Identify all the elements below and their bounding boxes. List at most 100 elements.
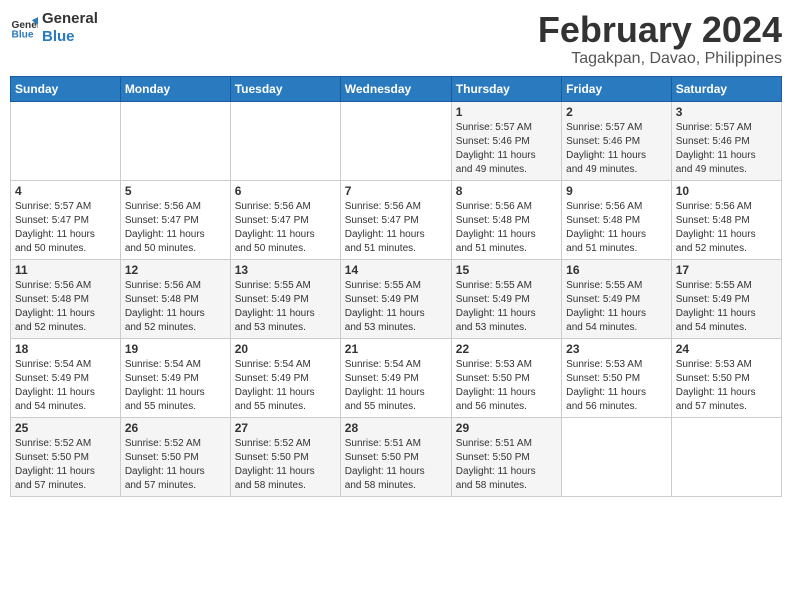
day-info: Sunrise: 5:54 AM Sunset: 5:49 PM Dayligh… [345, 358, 447, 414]
day-info: Sunrise: 5:56 AM Sunset: 5:48 PM Dayligh… [566, 200, 667, 256]
day-info: Sunrise: 5:57 AM Sunset: 5:47 PM Dayligh… [15, 200, 116, 256]
day-info: Sunrise: 5:56 AM Sunset: 5:48 PM Dayligh… [676, 200, 777, 256]
calendar-cell: 7Sunrise: 5:56 AM Sunset: 5:47 PM Daylig… [340, 180, 451, 259]
calendar-cell: 29 Sunrise: 5:51 AM Sunset: 5:50 PM Dayli… [451, 417, 561, 496]
calendar-week-row: 25 Sunrise: 5:52 AM Sunset: 5:50 PM Dayli… [11, 417, 782, 496]
calendar-cell: 8 Sunrise: 5:56 AM Sunset: 5:48 PM Daylig… [451, 180, 561, 259]
calendar-cell: 5 Sunrise: 5:56 AM Sunset: 5:47 PM Daylig… [120, 180, 230, 259]
day-number: 13 [235, 263, 336, 277]
calendar-cell: 25Sunrise: 5:52 AM Sunset: 5:50 PM Dayli… [11, 417, 121, 496]
calendar-cell: 12 Sunrise: 5:56 AM Sunset: 5:48 PM Dayli… [120, 259, 230, 338]
day-info: Sunrise: 5:56 AM Sunset: 5:47 PM Dayligh… [125, 200, 226, 256]
day-number: 4 [15, 184, 116, 198]
day-number: 15 [456, 263, 557, 277]
day-info: Sunrise: 5:55 AM Sunset: 5:49 PM Dayligh… [456, 279, 557, 335]
day-number: 6 [235, 184, 336, 198]
calendar-cell: 14 Sunrise: 5:55 AM Sunset: 5:49 PM Dayli… [340, 259, 451, 338]
day-number: 14 [345, 263, 447, 277]
calendar-cell: 17 Sunrise: 5:55 AM Sunset: 5:49 PM Dayli… [671, 259, 781, 338]
day-info: Sunrise: 5:55 AM Sunset: 5:49 PM Dayligh… [235, 279, 336, 335]
day-info: Sunrise: 5:56 AM Sunset: 5:48 PM Dayligh… [15, 279, 116, 335]
calendar-cell: 26 Sunrise: 5:52 AM Sunset: 5:50 PM Dayli… [120, 417, 230, 496]
day-number: 1 [456, 105, 557, 119]
day-info: Sunrise: 5:51 AM Sunset: 5:50 PM Dayligh… [456, 437, 557, 493]
calendar-week-row: 18 Sunrise: 5:54 AM Sunset: 5:49 PM Dayli… [11, 338, 782, 417]
day-number: 29 [456, 421, 557, 435]
day-number: 12 [125, 263, 226, 277]
page-header: General Blue General Blue February 2024 … [10, 10, 782, 68]
day-number: 3 [676, 105, 777, 119]
calendar-cell: 19 Sunrise: 5:54 AM Sunset: 5:49 PM Dayli… [120, 338, 230, 417]
day-number: 23 [566, 342, 667, 356]
calendar-cell: 13 Sunrise: 5:55 AM Sunset: 5:49 PM Dayli… [230, 259, 340, 338]
day-info: Sunrise: 5:56 AM Sunset: 5:47 PM Dayligh… [235, 200, 336, 256]
day-info: Sunrise: 5:55 AM Sunset: 5:49 PM Dayligh… [345, 279, 447, 335]
day-info: Sunrise: 5:53 AM Sunset: 5:50 PM Dayligh… [566, 358, 667, 414]
calendar-cell: 1 Sunrise: 5:57 AM Sunset: 5:46 PM Daylig… [451, 101, 561, 180]
page-title: February 2024 [538, 10, 782, 50]
calendar-cell: 22 Sunrise: 5:53 AM Sunset: 5:50 PM Dayli… [451, 338, 561, 417]
day-info: Sunrise: 5:51 AM Sunset: 5:50 PM Dayligh… [345, 437, 447, 493]
calendar-cell: 28 Sunrise: 5:51 AM Sunset: 5:50 PM Dayli… [340, 417, 451, 496]
calendar-cell: 10 Sunrise: 5:56 AM Sunset: 5:48 PM Dayli… [671, 180, 781, 259]
calendar-week-row: 4 Sunrise: 5:57 AM Sunset: 5:47 PM Daylig… [11, 180, 782, 259]
day-info: Sunrise: 5:55 AM Sunset: 5:49 PM Dayligh… [676, 279, 777, 335]
day-info: Sunrise: 5:54 AM Sunset: 5:49 PM Dayligh… [235, 358, 336, 414]
day-info: Sunrise: 5:54 AM Sunset: 5:49 PM Dayligh… [125, 358, 226, 414]
calendar-cell: 27Sunrise: 5:52 AM Sunset: 5:50 PM Dayli… [230, 417, 340, 496]
calendar-table: SundayMondayTuesdayWednesdayThursdayFrid… [10, 76, 782, 497]
day-number: 24 [676, 342, 777, 356]
day-number: 7 [345, 184, 447, 198]
day-number: 20 [235, 342, 336, 356]
calendar-cell [562, 417, 672, 496]
calendar-cell: 2 Sunrise: 5:57 AM Sunset: 5:46 PM Daylig… [562, 101, 672, 180]
calendar-cell: 16 Sunrise: 5:55 AM Sunset: 5:49 PM Dayli… [562, 259, 672, 338]
calendar-week-row: 11 Sunrise: 5:56 AM Sunset: 5:48 PM Dayli… [11, 259, 782, 338]
day-number: 19 [125, 342, 226, 356]
day-number: 26 [125, 421, 226, 435]
calendar-cell: 15 Sunrise: 5:55 AM Sunset: 5:49 PM Dayli… [451, 259, 561, 338]
calendar-cell [340, 101, 451, 180]
calendar-cell: 6 Sunrise: 5:56 AM Sunset: 5:47 PM Daylig… [230, 180, 340, 259]
title-block: February 2024 Tagakpan, Davao, Philippin… [538, 10, 782, 68]
day-number: 22 [456, 342, 557, 356]
day-info: Sunrise: 5:53 AM Sunset: 5:50 PM Dayligh… [456, 358, 557, 414]
day-number: 18 [15, 342, 116, 356]
logo-text-general: General [42, 10, 98, 28]
day-number: 10 [676, 184, 777, 198]
day-info: Sunrise: 5:56 AM Sunset: 5:48 PM Dayligh… [456, 200, 557, 256]
calendar-cell [671, 417, 781, 496]
day-number: 28 [345, 421, 447, 435]
calendar-header-row: SundayMondayTuesdayWednesdayThursdayFrid… [11, 76, 782, 101]
calendar-cell: 21Sunrise: 5:54 AM Sunset: 5:49 PM Dayli… [340, 338, 451, 417]
logo-text-blue: Blue [42, 28, 98, 46]
day-number: 25 [15, 421, 116, 435]
header-sunday: Sunday [11, 76, 121, 101]
header-friday: Friday [562, 76, 672, 101]
day-info: Sunrise: 5:56 AM Sunset: 5:48 PM Dayligh… [125, 279, 226, 335]
day-number: 9 [566, 184, 667, 198]
day-info: Sunrise: 5:52 AM Sunset: 5:50 PM Dayligh… [125, 437, 226, 493]
day-number: 5 [125, 184, 226, 198]
calendar-cell: 20 Sunrise: 5:54 AM Sunset: 5:49 PM Dayli… [230, 338, 340, 417]
day-info: Sunrise: 5:55 AM Sunset: 5:49 PM Dayligh… [566, 279, 667, 335]
calendar-cell [11, 101, 121, 180]
calendar-cell: 4 Sunrise: 5:57 AM Sunset: 5:47 PM Daylig… [11, 180, 121, 259]
day-info: Sunrise: 5:54 AM Sunset: 5:49 PM Dayligh… [15, 358, 116, 414]
day-info: Sunrise: 5:52 AM Sunset: 5:50 PM Dayligh… [235, 437, 336, 493]
calendar-cell: 24 Sunrise: 5:53 AM Sunset: 5:50 PM Dayli… [671, 338, 781, 417]
day-info: Sunrise: 5:57 AM Sunset: 5:46 PM Dayligh… [456, 121, 557, 177]
day-number: 2 [566, 105, 667, 119]
calendar-cell: 23 Sunrise: 5:53 AM Sunset: 5:50 PM Dayli… [562, 338, 672, 417]
calendar-cell: 18 Sunrise: 5:54 AM Sunset: 5:49 PM Dayli… [11, 338, 121, 417]
day-number: 17 [676, 263, 777, 277]
header-monday: Monday [120, 76, 230, 101]
day-number: 16 [566, 263, 667, 277]
day-number: 11 [15, 263, 116, 277]
day-info: Sunrise: 5:53 AM Sunset: 5:50 PM Dayligh… [676, 358, 777, 414]
day-number: 8 [456, 184, 557, 198]
header-wednesday: Wednesday [340, 76, 451, 101]
day-info: Sunrise: 5:57 AM Sunset: 5:46 PM Dayligh… [566, 121, 667, 177]
calendar-cell: 9 Sunrise: 5:56 AM Sunset: 5:48 PM Daylig… [562, 180, 672, 259]
header-thursday: Thursday [451, 76, 561, 101]
